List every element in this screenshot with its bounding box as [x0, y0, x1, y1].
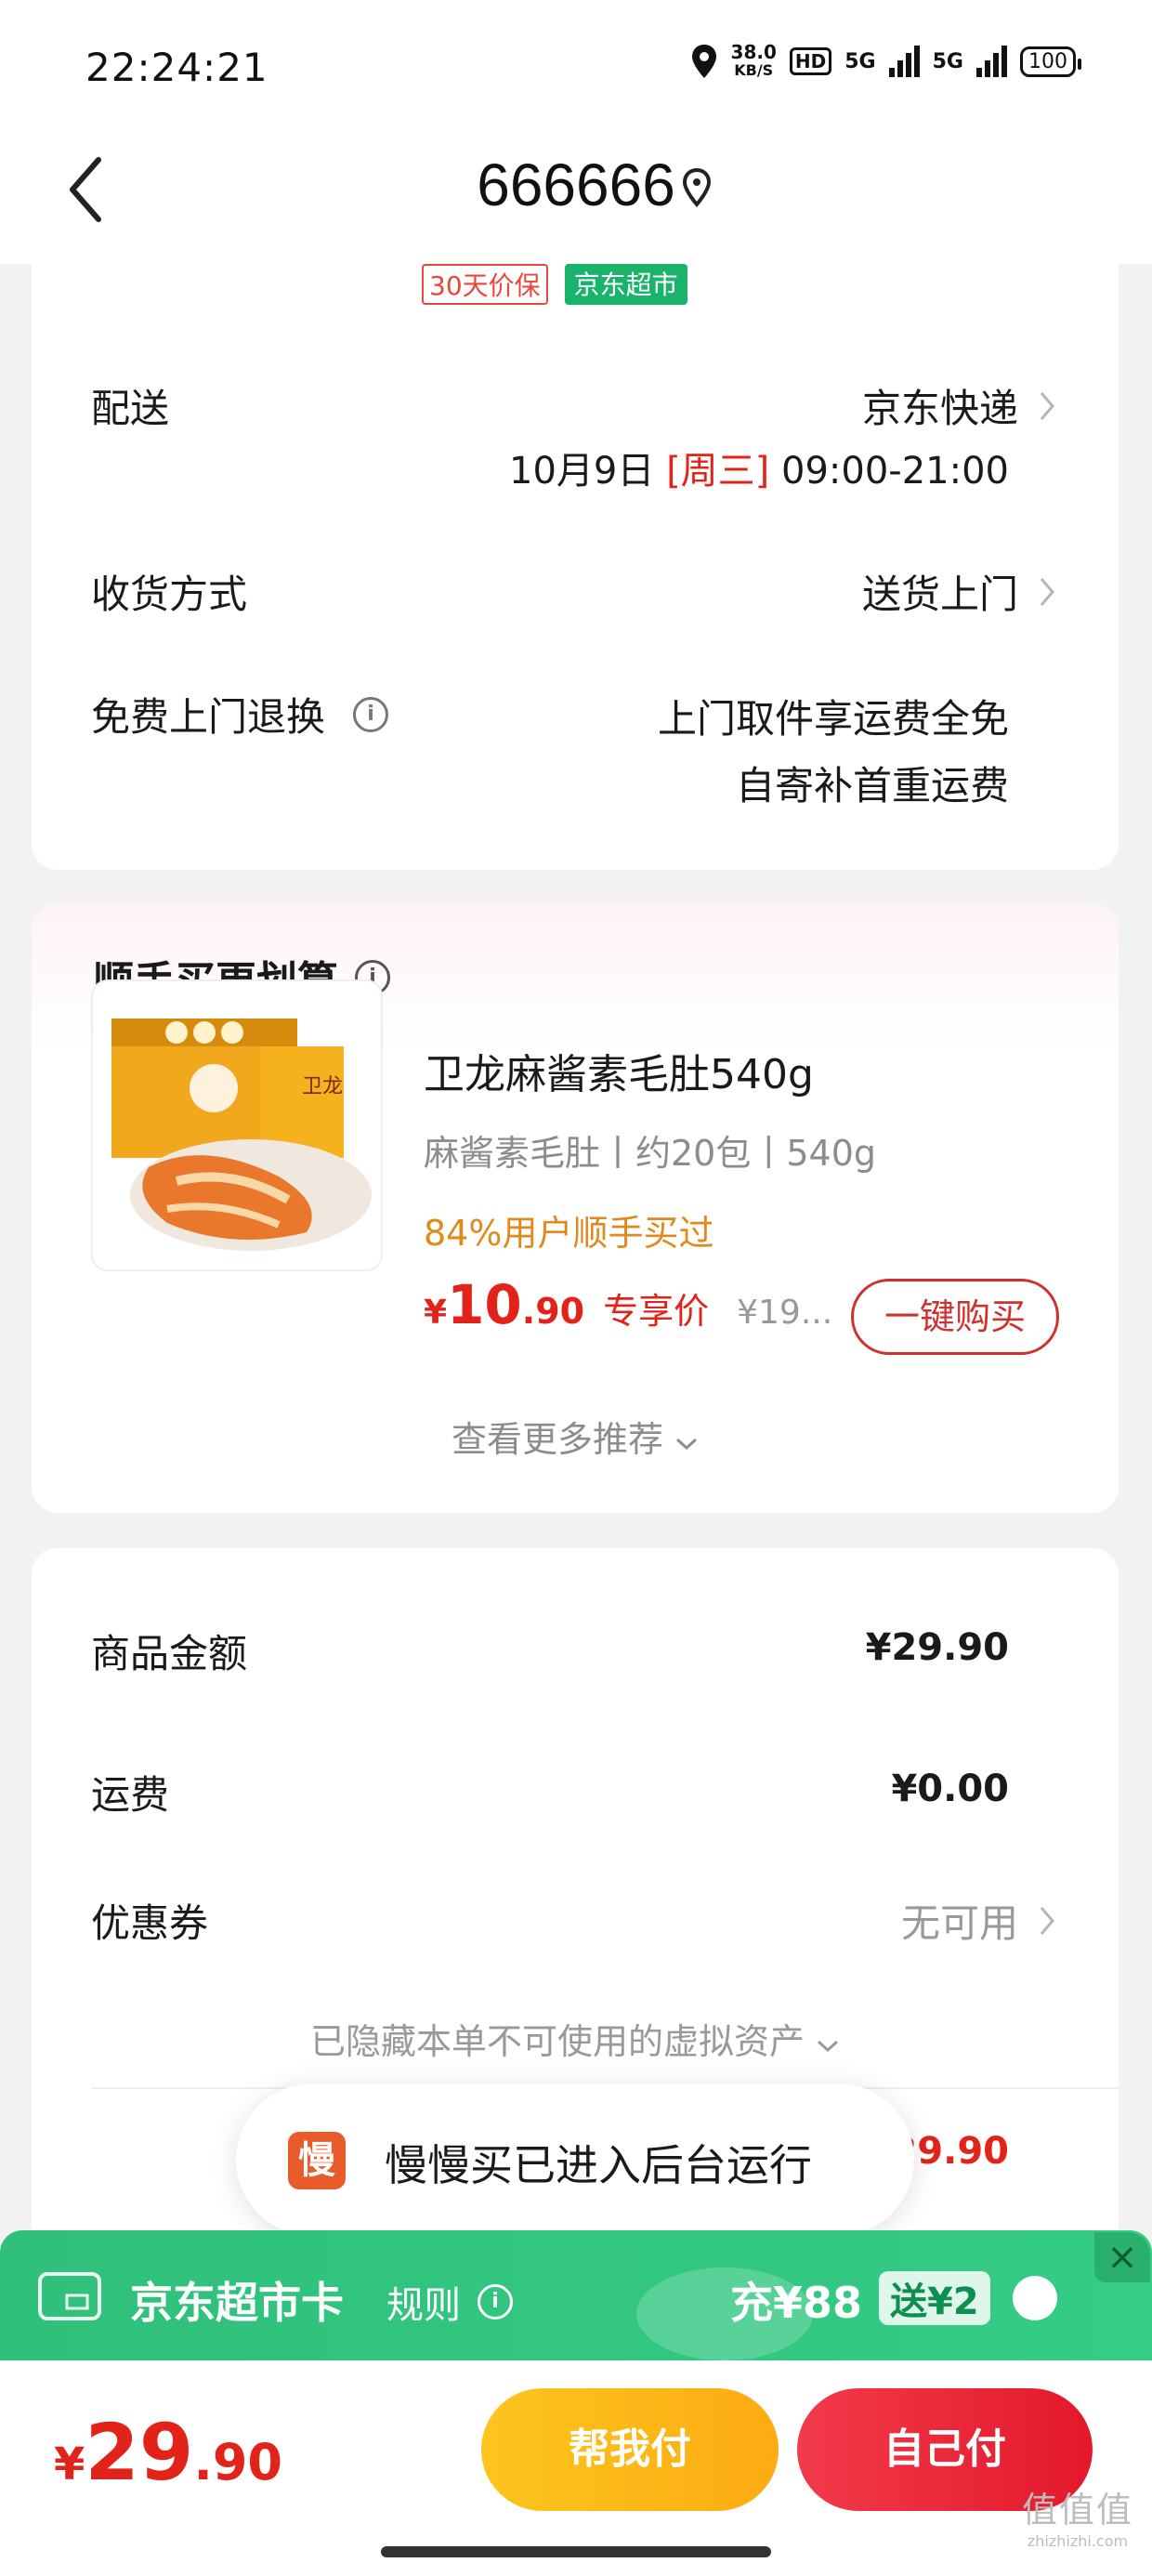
signal-5g-icon: 5G: [844, 49, 876, 73]
net-speed-unit: KB/S: [734, 61, 774, 79]
bottom-bar: ¥ 29 .90 帮我付 自己付 值值值 zhizhizhi.com: [0, 2360, 1152, 2576]
toast-text: 慢慢买已进入后台运行: [385, 2140, 812, 2190]
product-image[interactable]: 卫龙: [91, 979, 383, 1271]
signal-5g-icon: 5G: [932, 49, 963, 73]
battery-icon: 100: [1020, 46, 1081, 77]
rules-label: 规则: [386, 2284, 461, 2327]
watermark: 值值值 zhizhizhi.com: [1022, 2481, 1133, 2550]
toast-notification: 慢 慢慢买已进入后台运行: [236, 2083, 914, 2236]
returns-line1: 上门取件享运费全免: [657, 696, 1009, 742]
delivery-carrier: 京东快递: [861, 386, 1018, 431]
receive-value: 送货上门: [861, 572, 1018, 617]
product-tags: 30天价保 京东超市: [422, 264, 687, 305]
watermark-main: 值值值: [1021, 2490, 1133, 2530]
returns-label: 免费上门退换: [91, 694, 326, 740]
total-price: ¥ 29 .90: [54, 2407, 282, 2498]
status-time: 22:24:21: [85, 45, 268, 90]
product-price: ¥ 10 .90 专享价 ¥19...: [424, 1273, 832, 1336]
goods-amount-label: 商品金额: [91, 1631, 248, 1676]
product-spec: 麻酱素毛肚丨约20包丨540g: [424, 1133, 877, 1174]
returns-row: 免费上门退换 i: [91, 686, 389, 743]
receive-label: 收货方式: [91, 572, 248, 617]
social-proof: 84%用户顺手买过: [424, 1213, 714, 1254]
price-dec: .90: [521, 1291, 585, 1332]
total-int: 29: [85, 2407, 194, 2498]
bonus-badge: 送¥2: [879, 2271, 990, 2325]
product-name[interactable]: 卫龙麻酱素毛肚540g: [424, 1041, 814, 1100]
returns-detail: 上门取件享运费全免 自寄补首重运费: [658, 686, 1009, 820]
delivery-card: 30天价保 京东超市 配送 京东快递 10月9日 [周三] 09:00-21:0…: [32, 264, 1119, 870]
shipping-label: 运费: [91, 1772, 170, 1818]
chevron-right-icon: [1040, 391, 1054, 420]
total-currency: ¥: [54, 2438, 85, 2491]
shipping-value: ¥0.00: [891, 1768, 1009, 1810]
chevron-down-icon: [676, 1438, 698, 1451]
receive-method-row[interactable]: 送货上门: [862, 563, 1055, 620]
help-pay-button[interactable]: 帮我付: [481, 2388, 779, 2511]
delivery-time: 10月9日 [周三] 09:00-21:00: [509, 440, 1009, 494]
net-speed-value: 38.0: [730, 41, 777, 63]
home-indicator[interactable]: [381, 2546, 771, 2557]
location-icon: [691, 45, 716, 78]
price-currency: ¥: [424, 1294, 448, 1332]
delivery-window: 09:00-21:00: [781, 450, 1009, 493]
banner-title: 京东超市卡: [130, 2278, 344, 2328]
signal-bars-icon: [888, 46, 920, 77]
coupon-row[interactable]: 无可用: [901, 1892, 1055, 1949]
banner-rules[interactable]: 规则 i: [386, 2275, 513, 2329]
hidden-assets-toggle[interactable]: 已隐藏本单不可使用的虚拟资产: [32, 2013, 1119, 2064]
price-int: 10: [447, 1273, 522, 1336]
net-speed: 38.0 KB/S: [731, 43, 777, 80]
recharge-amount: 充¥88: [730, 2278, 863, 2328]
returns-line2: 自寄补首重运费: [735, 763, 1009, 808]
goods-amount-value: ¥29.90: [865, 1626, 1009, 1669]
select-radio[interactable]: [1012, 2276, 1057, 2320]
info-icon: i: [478, 2284, 513, 2320]
watermark-sub: zhizhizhi.com: [1027, 2532, 1129, 2550]
nav-bar: 666666: [0, 130, 1152, 264]
bonus-toggle[interactable]: 送¥2: [879, 2271, 1057, 2325]
recommend-card: 顺手买更划算 i 卫龙 卫龙麻酱素毛肚540g 麻酱素毛肚丨约20包丨540g …: [32, 903, 1119, 1513]
status-bar: 22:24:21 38.0 KB/S HD 5G 5G 100: [0, 0, 1152, 130]
supermarket-card-banner: 京东超市卡 规则 i 充¥88 送¥2: [0, 2230, 1152, 2360]
page-title: 666666: [477, 151, 675, 218]
price-tag: 专享价: [603, 1291, 710, 1332]
price-protect-tag: 30天价保: [422, 264, 548, 305]
hidden-assets-label: 已隐藏本单不可使用的虚拟资产: [309, 2021, 805, 2062]
status-icons: 38.0 KB/S HD 5G 5G 100: [690, 43, 1081, 80]
delivery-carrier-row[interactable]: 京东快递: [862, 377, 1055, 434]
chevron-right-icon: [1040, 577, 1054, 606]
coupon-label: 优惠券: [91, 1900, 209, 1946]
location-pin-icon[interactable]: [681, 167, 713, 208]
delivery-label: 配送: [91, 386, 170, 431]
signal-bars-icon: [976, 46, 1007, 77]
total-dec: .90: [193, 2433, 282, 2491]
more-recommend-link[interactable]: 查看更多推荐: [32, 1411, 1119, 1462]
original-price: ¥19...: [737, 1294, 833, 1332]
card-icon: [38, 2272, 101, 2320]
more-recommend-label: 查看更多推荐: [451, 1419, 663, 1460]
delivery-date: 10月9日: [509, 450, 655, 493]
chevron-down-icon: [818, 2040, 839, 2053]
one-click-buy-button[interactable]: 一键购买: [851, 1279, 1059, 1355]
delivery-weekday: [周三]: [666, 450, 770, 493]
hd-icon: HD: [789, 47, 832, 75]
jd-supermarket-tag: 京东超市: [564, 264, 687, 305]
app-icon: 慢: [288, 2132, 346, 2189]
info-icon[interactable]: i: [353, 696, 389, 732]
close-icon[interactable]: ×: [1094, 2232, 1150, 2282]
chevron-right-icon: [1040, 1906, 1054, 1935]
coupon-value: 无可用: [900, 1900, 1018, 1946]
product-image-badge: 卫龙: [302, 1075, 343, 1098]
product-photo: 卫龙: [111, 1019, 372, 1251]
